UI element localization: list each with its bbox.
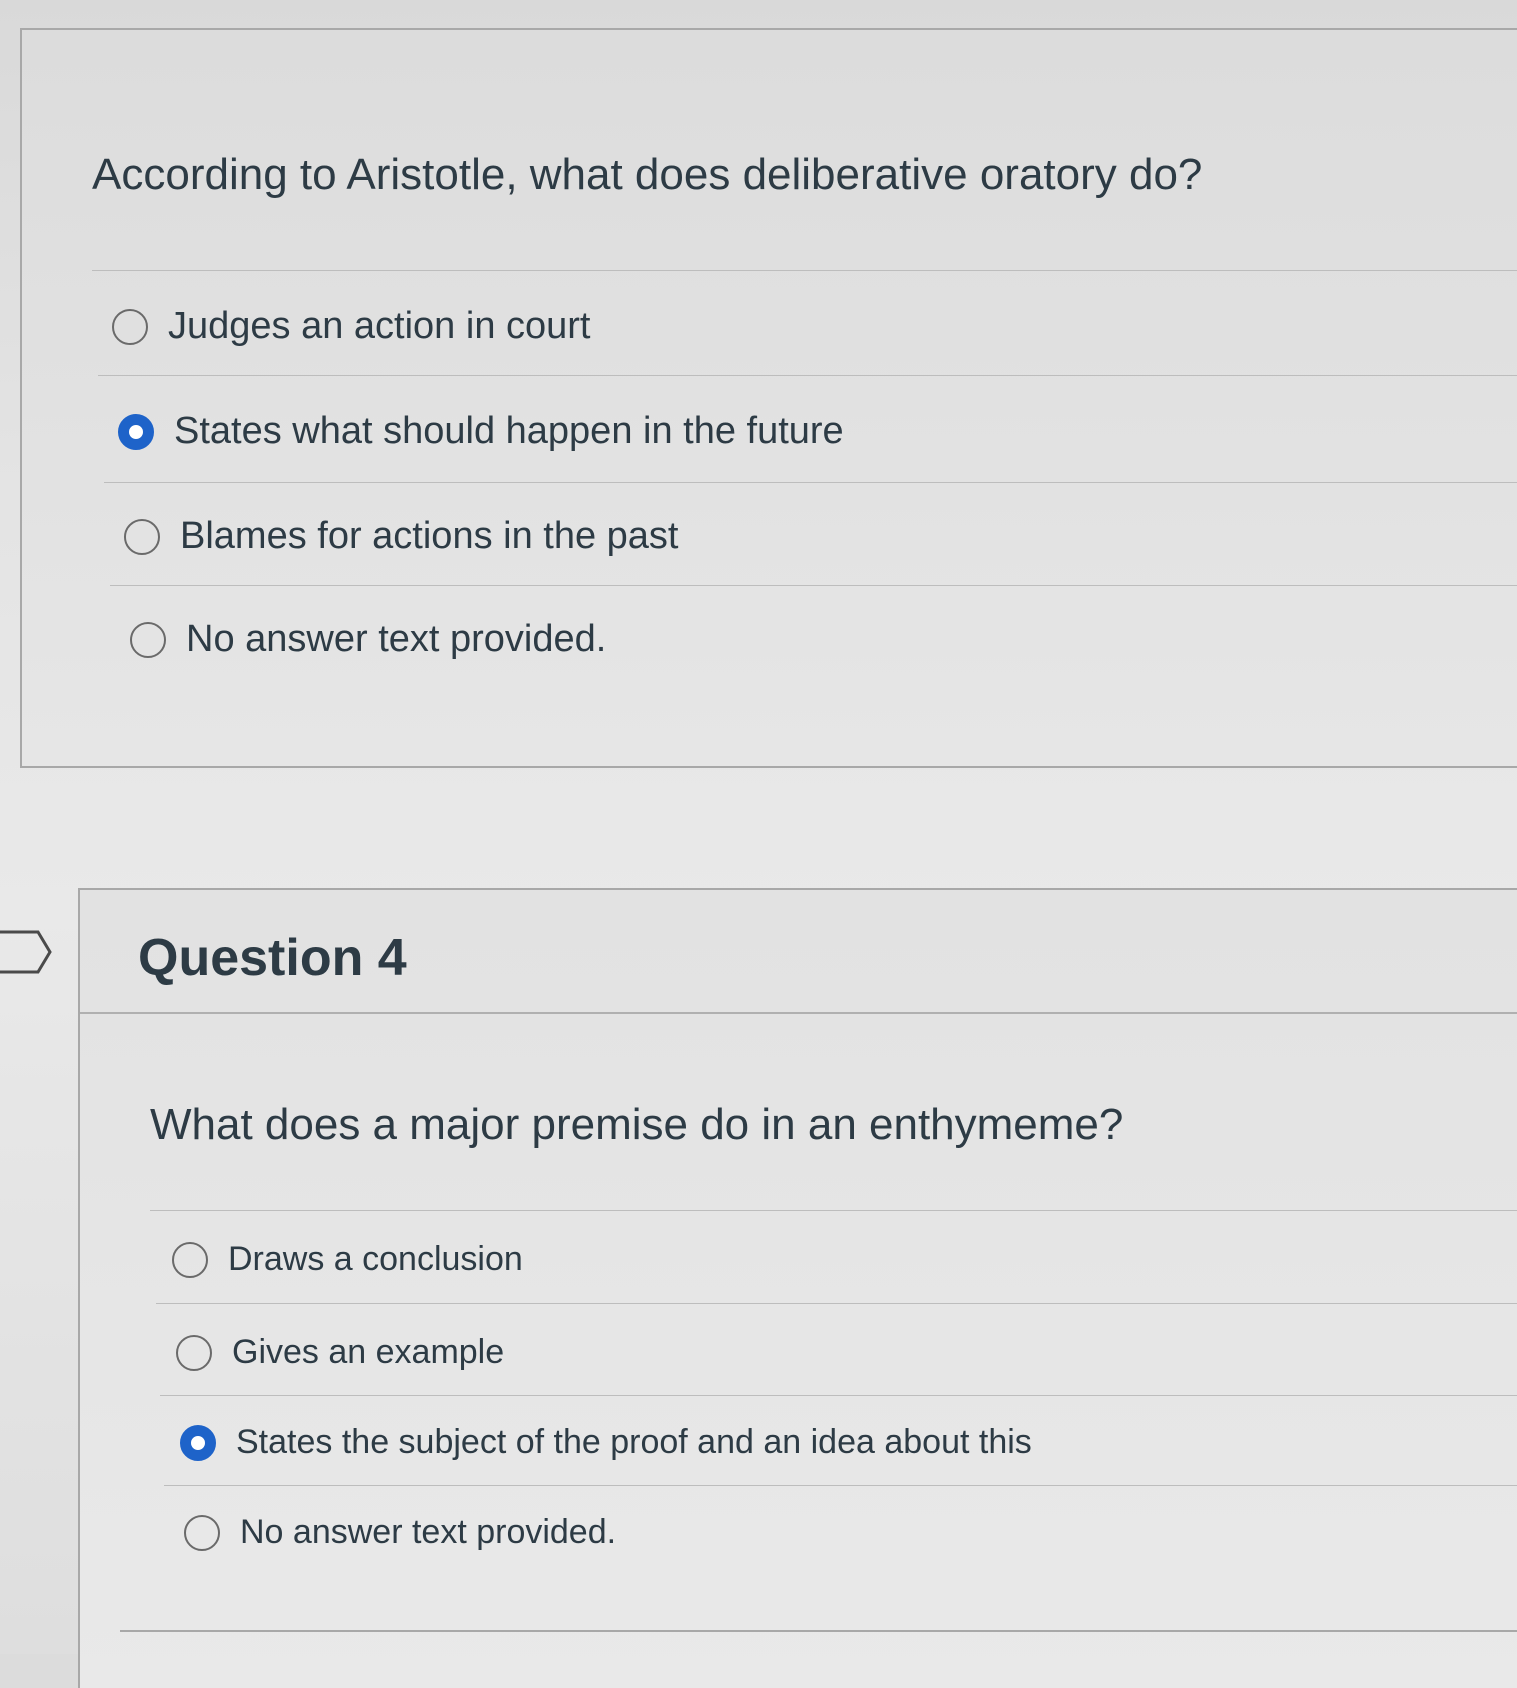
- question-4-answer-3[interactable]: States the subject of the proof and an i…: [180, 1423, 1032, 1462]
- question-4-title: Question 4: [138, 929, 407, 987]
- question-3-answer-4[interactable]: No answer text provided.: [130, 618, 606, 661]
- divider: [98, 375, 1517, 376]
- question-4-answer-4[interactable]: No answer text provided.: [184, 1513, 616, 1552]
- question-4-text: What does a major premise do in an enthy…: [150, 1100, 1124, 1149]
- divider: [104, 482, 1517, 483]
- question-3-answer-2[interactable]: States what should happen in the future: [118, 410, 844, 453]
- divider: [164, 1485, 1517, 1486]
- question-3-answer-1[interactable]: Judges an action in court: [112, 305, 591, 348]
- radio-button[interactable]: [184, 1514, 220, 1551]
- answer-label: Gives an example: [232, 1333, 505, 1371]
- radio-button[interactable]: [172, 1241, 208, 1278]
- answer-label: States what should happen in the future: [174, 410, 844, 452]
- radio-button-selected[interactable]: [180, 1424, 216, 1461]
- radio-button[interactable]: [176, 1334, 212, 1371]
- answer-label: No answer text provided.: [240, 1513, 617, 1551]
- divider: [150, 1210, 1517, 1211]
- answer-label: Judges an action in court: [168, 305, 591, 347]
- radio-button[interactable]: [124, 518, 160, 555]
- divider: [110, 585, 1517, 586]
- answer-label: No answer text provided.: [186, 618, 607, 660]
- question-3-answer-3[interactable]: Blames for actions in the past: [124, 515, 678, 558]
- radio-button[interactable]: [130, 621, 166, 658]
- question-4-answer-2[interactable]: Gives an example: [176, 1333, 504, 1372]
- question-4-answer-1[interactable]: Draws a conclusion: [172, 1240, 523, 1279]
- answer-label: Blames for actions in the past: [180, 515, 679, 557]
- radio-button[interactable]: [112, 308, 148, 345]
- question-4-card: Question 4 What does a major premise do …: [78, 888, 1517, 1688]
- divider: [92, 270, 1517, 271]
- answer-label: Draws a conclusion: [228, 1240, 523, 1278]
- question-3-card: According to Aristotle, what does delibe…: [20, 28, 1517, 768]
- divider: [156, 1303, 1517, 1304]
- question-4-header: Question 4: [80, 890, 1517, 1014]
- card-bottom-border: [120, 1630, 1517, 1632]
- quiz-page: According to Aristotle, what does delibe…: [0, 0, 1517, 1688]
- answer-label: States the subject of the proof and an i…: [236, 1423, 1032, 1461]
- radio-button-selected[interactable]: [118, 413, 154, 450]
- flag-outline-icon[interactable]: [0, 930, 52, 974]
- divider: [160, 1395, 1517, 1396]
- question-3-text: According to Aristotle, what does delibe…: [92, 150, 1203, 199]
